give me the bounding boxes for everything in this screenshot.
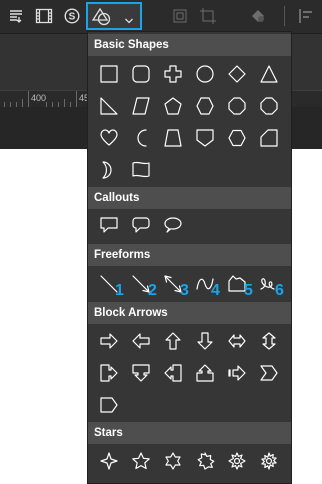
shapes-icon — [91, 7, 112, 32]
left-arrow-shape-icon[interactable] — [127, 327, 155, 355]
chevron-shape-icon[interactable] — [255, 359, 283, 387]
oval-callout-icon[interactable] — [159, 211, 187, 239]
toolbar-divider — [284, 6, 285, 26]
section-header-freeforms: Freeforms — [88, 244, 291, 266]
freeform-marker: 6 — [275, 282, 284, 299]
triangle-shape-icon[interactable] — [255, 60, 283, 88]
up-down-arrow-shape-icon[interactable] — [255, 327, 283, 355]
pentagon-arrow-shape-icon[interactable] — [95, 391, 123, 419]
shield-shape-icon[interactable] — [191, 124, 219, 152]
rounded-callout-icon[interactable] — [127, 211, 155, 239]
down-arrow-callout-shape-icon[interactable] — [127, 359, 155, 387]
plus-shape-icon[interactable] — [159, 60, 187, 88]
rectangle-shape-icon[interactable] — [95, 60, 123, 88]
menu-list-icon[interactable] — [4, 4, 28, 28]
freeform-marker: 4 — [211, 282, 220, 299]
down-arrow-shape-icon[interactable] — [191, 327, 219, 355]
four-point-star-shape-icon[interactable] — [95, 447, 123, 475]
crop-icon[interactable] — [196, 4, 220, 28]
s-circle-icon[interactable]: S — [60, 4, 84, 28]
eight-point-star-shape-icon[interactable] — [223, 447, 251, 475]
diamond-shape-icon[interactable] — [223, 60, 251, 88]
align-icon[interactable] — [294, 4, 318, 28]
chevron-down-icon — [124, 12, 134, 30]
section-header-stars: Stars — [88, 422, 291, 444]
parallelogram-shape-icon[interactable] — [127, 92, 155, 120]
section-header-block-arrows: Block Arrows — [88, 302, 291, 324]
shapes-dropdown-button[interactable] — [86, 2, 142, 30]
section-header-callouts: Callouts — [88, 187, 291, 209]
six-point-star-shape-icon[interactable] — [159, 447, 187, 475]
rounded-rectangle-shape-icon[interactable] — [127, 60, 155, 88]
trapezoid-shape-icon[interactable] — [159, 124, 187, 152]
paint-fill-icon[interactable] — [246, 4, 270, 28]
freeform-marker: 5 — [244, 282, 253, 299]
right-triangle-shape-icon[interactable] — [95, 92, 123, 120]
wave-flag-shape-icon[interactable] — [127, 156, 155, 184]
left-arrow-callout-shape-icon[interactable] — [159, 359, 187, 387]
shapes-dropdown-panel: Basic Shapes Callouts Freeforms 1 2 3 4 … — [87, 31, 292, 484]
ten-point-star-shape-icon[interactable] — [255, 447, 283, 475]
ruler-mark: 400 — [31, 93, 47, 103]
snipped-rectangle-shape-icon[interactable] — [255, 124, 283, 152]
section-header-basic-shapes: Basic Shapes — [88, 34, 291, 56]
heart-shape-icon[interactable] — [95, 124, 123, 152]
left-right-arrow-shape-icon[interactable] — [223, 327, 251, 355]
right-arrow-callout-shape-icon[interactable] — [95, 359, 123, 387]
five-point-star-shape-icon[interactable] — [127, 447, 155, 475]
up-arrow-callout-shape-icon[interactable] — [191, 359, 219, 387]
freeform-marker: 3 — [180, 282, 189, 299]
hexagon-shape-icon[interactable] — [191, 92, 219, 120]
up-arrow-shape-icon[interactable] — [159, 327, 187, 355]
right-arrow-shape-icon[interactable] — [95, 327, 123, 355]
rectangular-callout-icon[interactable] — [95, 211, 123, 239]
film-icon[interactable] — [32, 4, 56, 28]
freeform-marker: 2 — [148, 282, 157, 299]
octagon-shape-icon[interactable] — [223, 92, 251, 120]
top-toolbar: S — [0, 0, 322, 34]
circle-shape-icon[interactable] — [191, 60, 219, 88]
freeform-marker: 1 — [115, 282, 124, 299]
seven-point-star-shape-icon[interactable] — [191, 447, 219, 475]
crop-frame-icon[interactable] — [168, 4, 192, 28]
striped-right-arrow-shape-icon[interactable] — [223, 359, 251, 387]
moon-shape-icon[interactable] — [127, 124, 155, 152]
svg-text:S: S — [69, 12, 76, 23]
decagon-shape-icon[interactable] — [255, 92, 283, 120]
rounded-hexagon-shape-icon[interactable] — [223, 124, 251, 152]
half-circle-shape-icon[interactable] — [95, 156, 123, 184]
pentagon-shape-icon[interactable] — [159, 92, 187, 120]
